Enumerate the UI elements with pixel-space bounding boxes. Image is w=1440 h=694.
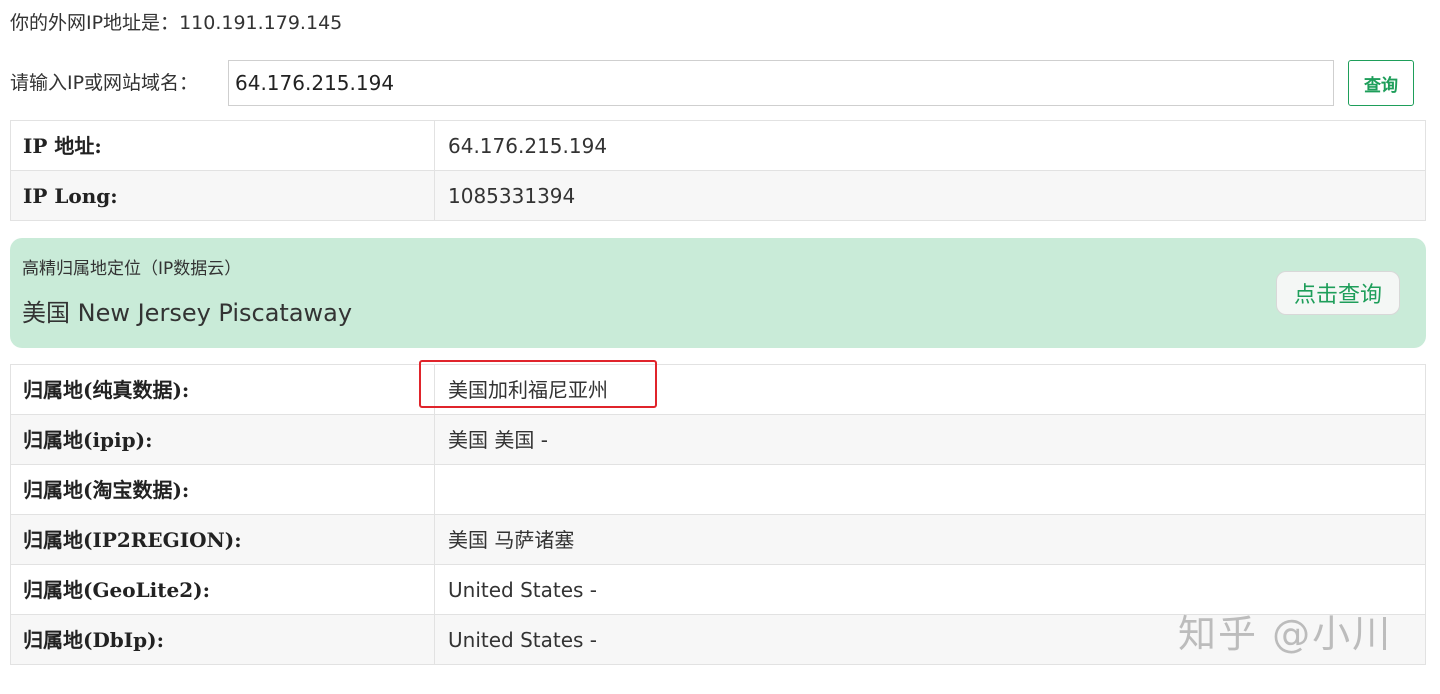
query-button[interactable]: 查询 [1348,60,1414,106]
location-label-dbip: 归属地(DbIp): [10,614,435,665]
location-label-taobao: 归属地(淘宝数据): [10,464,435,515]
ip-address-label: IP 地址: [10,120,435,171]
precise-geo-panel: 高精归属地定位（IP数据云） 美国 New Jersey Piscataway … [10,238,1426,348]
ip-domain-input[interactable] [228,60,1334,106]
location-value-ip2region: 美国 马萨诸塞 [434,514,1426,565]
query-label: 请输入IP或网站域名： [10,72,199,94]
click-query-button[interactable]: 点击查询 [1276,271,1400,315]
location-label-geolite2: 归属地(GeoLite2): [10,564,435,615]
location-value-geolite2: United States - [434,564,1426,615]
geo-panel-value: 美国 New Jersey Piscataway [22,299,353,327]
location-label-ipip: 归属地(ipip): [10,414,435,465]
ip-address-value: 64.176.215.194 [434,120,1426,171]
table-row: IP Long: 1085331394 [10,170,1426,221]
table-row: 归属地(IP2REGION): 美国 马萨诸塞 [10,514,1426,565]
table-row: IP 地址: 64.176.215.194 [10,120,1426,171]
my-ip-line: 你的外网IP地址是：110.191.179.145 [10,10,342,36]
my-ip-value: 110.191.179.145 [179,12,343,34]
my-ip-label: 你的外网IP地址是： [10,12,180,34]
table-row: 归属地(淘宝数据): [10,464,1426,515]
watermark: 知乎 @小川 [1178,612,1393,656]
basic-info-table: IP 地址: 64.176.215.194 IP Long: 108533139… [10,120,1426,221]
location-label-ip2region: 归属地(IP2REGION): [10,514,435,565]
table-row: 归属地(纯真数据): 美国加利福尼亚州 [10,364,1426,415]
table-row: 归属地(GeoLite2): United States - [10,564,1426,615]
query-row: 请输入IP或网站域名： 查询 [10,60,1416,106]
table-row: 归属地(ipip): 美国 美国 - [10,414,1426,465]
location-value-ipip: 美国 美国 - [434,414,1426,465]
ip-long-label: IP Long: [10,170,435,221]
geo-panel-title: 高精归属地定位（IP数据云） [22,259,242,279]
location-value-cz88: 美国加利福尼亚州 [434,364,1426,415]
ip-long-value: 1085331394 [434,170,1426,221]
location-label-cz88: 归属地(纯真数据): [10,364,435,415]
ip-lookup-page: 你的外网IP地址是：110.191.179.145 请输入IP或网站域名： 查询… [0,0,1440,694]
location-value-taobao [434,464,1426,515]
